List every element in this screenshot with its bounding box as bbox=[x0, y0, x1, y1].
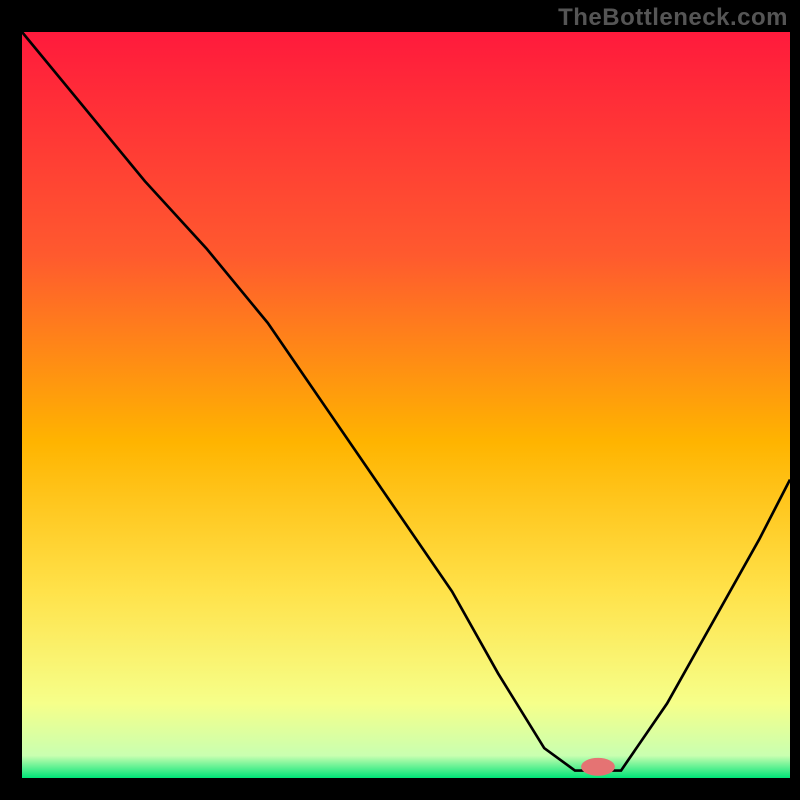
chart-frame: TheBottleneck.com bbox=[0, 0, 800, 800]
chart-svg bbox=[22, 32, 790, 778]
watermark-text: TheBottleneck.com bbox=[558, 4, 788, 32]
optimal-point-marker bbox=[581, 758, 615, 776]
heat-rect bbox=[22, 32, 790, 778]
plot-area bbox=[22, 32, 790, 778]
